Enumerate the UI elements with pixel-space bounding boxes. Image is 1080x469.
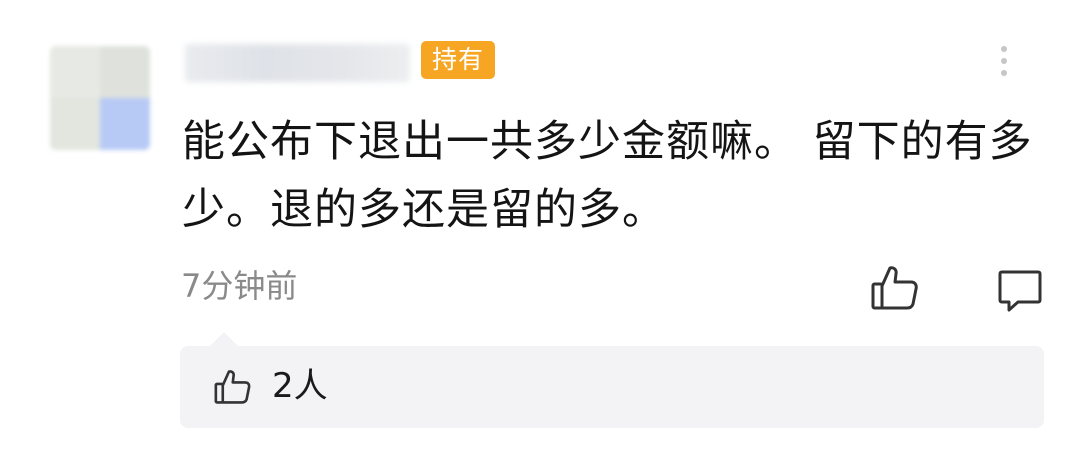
- thumbs-up-icon: [212, 367, 252, 407]
- thumbs-up-icon-graphic: [871, 266, 918, 310]
- avatar-blur-tile: [100, 46, 150, 98]
- comment-text: 能公布下退出一共多少金额嘛。 留下的有多少。退的多还是留的多。: [182, 117, 1033, 235]
- avatar[interactable]: [50, 46, 150, 150]
- avatar-blur-tile: [100, 98, 150, 150]
- comment-timestamp: 7分钟前: [181, 267, 298, 305]
- likes-count: 2人: [272, 366, 328, 406]
- username-redacted[interactable]: [185, 44, 410, 82]
- more-dot: [1001, 58, 1007, 64]
- panel-pointer: [210, 332, 238, 346]
- avatar-blur-tile: [50, 46, 100, 98]
- thumbs-up-icon-graphic: [214, 370, 251, 404]
- more-dot: [1001, 70, 1007, 76]
- more-vertical-icon[interactable]: [996, 44, 1012, 78]
- avatar-blur-tile: [50, 98, 100, 150]
- holding-badge: 持有: [421, 41, 495, 79]
- comment-icon-graphic: [998, 270, 1042, 312]
- more-dot: [1001, 46, 1007, 52]
- likes-summary-panel[interactable]: 2人: [180, 332, 1044, 428]
- thumbs-up-icon[interactable]: [868, 262, 920, 314]
- comment-icon[interactable]: [996, 266, 1044, 314]
